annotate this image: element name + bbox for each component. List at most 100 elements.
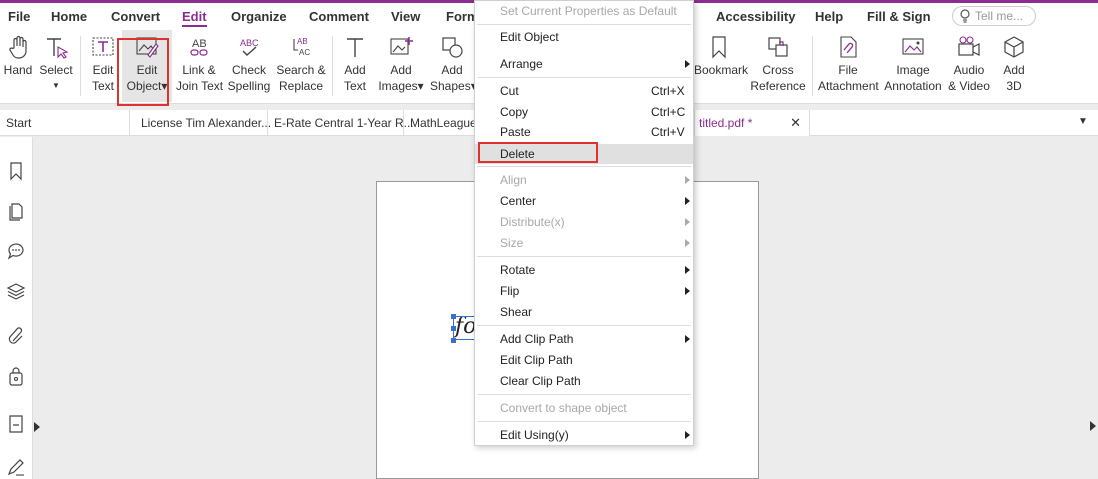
attachments-panel-icon[interactable] <box>6 325 26 345</box>
cross-reference-label-2: Reference <box>750 79 806 93</box>
add-images-label-1: Add <box>390 63 412 77</box>
menu-item-edit-using[interactable]: Edit Using(y) <box>475 425 693 445</box>
menu-item-paste[interactable]: Paste Ctrl+V <box>475 122 693 142</box>
doc-tab-start[interactable]: Start <box>0 110 130 136</box>
menu-item-align[interactable]: Align <box>475 170 693 190</box>
link-join-text-button[interactable]: AB Link & Join Text <box>176 30 223 102</box>
file-attachment-button[interactable]: File Attachment <box>818 30 879 102</box>
add-text-label-1: Add <box>344 63 366 77</box>
menu-item-size[interactable]: Size <box>475 233 693 253</box>
submenu-arrow-icon <box>685 197 690 205</box>
video-camera-icon <box>956 34 982 60</box>
content-panel-icon[interactable] <box>6 414 26 434</box>
select-tool-button[interactable]: Select ▼ <box>38 30 74 102</box>
doc-tab-erate[interactable]: E-Rate Central 1-Year R... <box>268 110 414 136</box>
tab-convert[interactable]: Convert <box>111 9 160 24</box>
menu-item-add-clip-path[interactable]: Add Clip Path <box>475 329 693 349</box>
menu-item-convert-to-shape[interactable]: Convert to shape object <box>475 398 693 418</box>
add-text-button[interactable]: Add Text <box>338 30 372 102</box>
submenu-arrow-icon <box>685 60 690 68</box>
pages-panel-icon[interactable] <box>6 201 26 221</box>
menu-item-shear[interactable]: Shear <box>475 302 693 322</box>
tab-view[interactable]: View <box>391 9 420 24</box>
add-shapes-label-2: Shapes▾ <box>430 79 477 93</box>
hand-label: Hand <box>3 63 33 77</box>
center-label: Center <box>500 194 537 208</box>
signature-panel-icon[interactable] <box>6 457 26 477</box>
tabs-overflow-dropdown-icon[interactable]: ▼ <box>1078 116 1088 127</box>
hand-tool-button[interactable]: Hand <box>2 30 34 102</box>
layers-panel-icon[interactable] <box>6 281 26 301</box>
edit-text-label-1: Edit <box>92 63 114 77</box>
tab-home[interactable]: Home <box>51 9 87 24</box>
right-panel-arrow-icon[interactable] <box>1090 421 1096 431</box>
comments-panel-icon[interactable] <box>6 241 26 261</box>
menu-item-distribute[interactable]: Distribute(x) <box>475 212 693 232</box>
tab-fill-sign[interactable]: Fill & Sign <box>867 9 931 24</box>
search-replace-icon: AB AC <box>288 34 314 60</box>
add-text-icon <box>342 34 368 60</box>
tab-help[interactable]: Help <box>815 9 843 24</box>
add-text-label-2: Text <box>343 79 366 93</box>
audio-video-button[interactable]: Audio & Video <box>946 30 992 102</box>
menu-item-clear-clip-path[interactable]: Clear Clip Path <box>475 371 693 391</box>
image-annotation-button[interactable]: Image Annotation <box>882 30 944 102</box>
lightbulb-icon <box>960 9 970 23</box>
menu-item-arrange[interactable]: Arrange <box>475 54 693 74</box>
menu-item-rotate[interactable]: Rotate <box>475 260 693 280</box>
edit-text-label-2: Text <box>91 79 114 93</box>
selection-handle[interactable] <box>451 314 456 319</box>
link-text-icon: AB <box>186 34 212 60</box>
menu-item-edit-object[interactable]: Edit Object <box>475 27 693 47</box>
tab-file[interactable]: File <box>8 9 30 24</box>
select-text-icon <box>43 34 69 60</box>
menu-item-edit-clip-path[interactable]: Edit Clip Path <box>475 350 693 370</box>
search-replace-button[interactable]: AB AC Search & Replace <box>276 30 326 102</box>
arrange-label: Arrange <box>500 57 543 71</box>
tab-organize[interactable]: Organize <box>231 9 287 24</box>
add-images-button[interactable]: Add Images▾ <box>376 30 426 102</box>
menu-item-center[interactable]: Center <box>475 191 693 211</box>
expand-panel-arrow-icon[interactable] <box>34 422 40 432</box>
tab-accessibility[interactable]: Accessibility <box>716 9 796 24</box>
flip-label: Flip <box>500 284 520 298</box>
cross-reference-icon <box>765 34 791 60</box>
svg-text:AC: AC <box>299 48 310 57</box>
doc-tab-untitled-label: titled.pdf * <box>699 116 753 130</box>
add-shapes-label-1: Add <box>441 63 463 77</box>
context-menu: Set Current Properties as Default Edit O… <box>474 0 694 446</box>
tell-me-search[interactable]: Tell me... <box>952 6 1036 26</box>
doc-tab-mathleague[interactable]: MathLeague <box>404 110 480 136</box>
doc-tab-untitled[interactable]: titled.pdf * ✕ <box>694 110 810 136</box>
bookmark-panel-icon[interactable] <box>6 161 26 181</box>
security-panel-icon[interactable] <box>6 367 26 387</box>
menu-item-copy[interactable]: Copy Ctrl+C <box>475 102 693 122</box>
submenu-arrow-icon <box>685 287 690 295</box>
menu-separator <box>477 24 691 25</box>
menu-separator <box>477 325 691 326</box>
file-attachment-label-2: Attachment <box>818 79 879 93</box>
add-shapes-button[interactable]: Add Shapes▾ <box>430 30 477 102</box>
paste-shortcut: Ctrl+V <box>651 125 685 139</box>
check-spelling-button[interactable]: ABC Check Spelling <box>226 30 272 102</box>
selection-handle[interactable] <box>451 338 456 343</box>
tab-comment[interactable]: Comment <box>309 9 369 24</box>
selection-handle[interactable] <box>451 326 456 331</box>
submenu-arrow-icon <box>685 218 690 226</box>
rotate-label: Rotate <box>500 263 536 277</box>
image-annotation-label-2: Annotation <box>884 79 942 93</box>
edit-object-highlight-box <box>117 38 169 106</box>
menu-item-cut[interactable]: Cut Ctrl+X <box>475 81 693 101</box>
select-dropdown-icon[interactable]: ▼ <box>38 78 74 94</box>
select-label: Select <box>39 63 73 77</box>
image-annotation-icon <box>900 34 926 60</box>
cross-reference-button[interactable]: Cross Reference <box>750 30 806 102</box>
close-tab-icon[interactable]: ✕ <box>790 110 801 136</box>
add-3d-button[interactable]: Add 3D <box>996 30 1032 102</box>
doc-tab-license[interactable]: License Tim Alexander... <box>135 110 271 136</box>
edit-text-button[interactable]: Edit Text <box>86 30 120 102</box>
bookmark-button[interactable]: Bookmark <box>694 30 748 102</box>
tab-edit[interactable]: Edit <box>182 9 207 27</box>
menu-item-set-default[interactable]: Set Current Properties as Default <box>475 1 693 21</box>
menu-item-flip[interactable]: Flip <box>475 281 693 301</box>
